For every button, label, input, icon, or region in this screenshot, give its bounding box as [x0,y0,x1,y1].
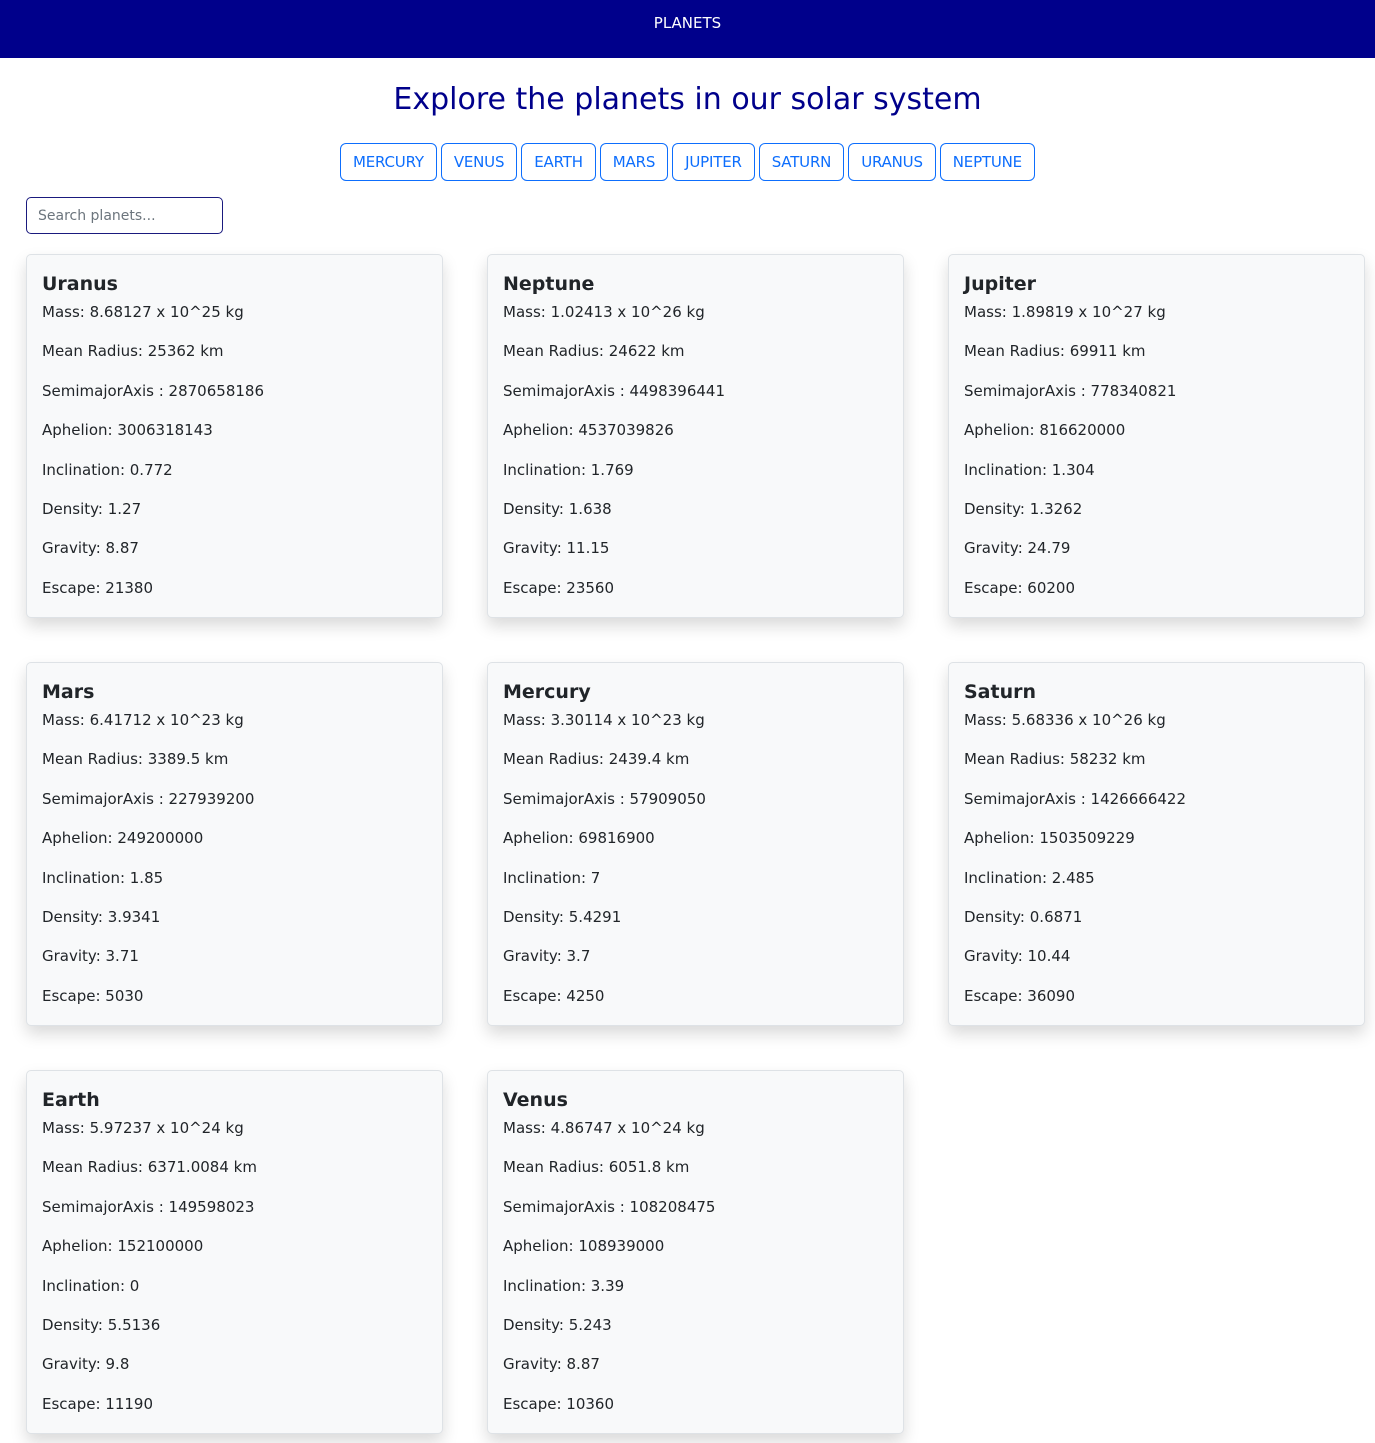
planet-aphelion: Aphelion: 3006318143 [42,421,213,440]
planet-mean-radius: Mean Radius: 6051.8 km [503,1158,690,1177]
planet-density: Density: 5.5136 [42,1315,161,1334]
planet-card-jupiter: Jupiter Mass: 1.89819 x 10^27 kg Mean Ra… [948,254,1365,618]
planet-mass: Mass: 3.30114 x 10^23 kg [503,711,705,729]
planet-aphelion: Aphelion: 249200000 [42,829,204,848]
planet-gravity: Gravity: 3.71 [42,947,139,966]
planet-density: Density: 3.9341 [42,907,161,926]
planet-escape: Escape: 21380 [42,578,154,597]
planet-mean-radius: Mean Radius: 2439.4 km [503,750,690,769]
planet-aphelion: Aphelion: 4537039826 [503,421,674,440]
planet-aphelion: Aphelion: 1503509229 [964,829,1135,848]
planet-mean-radius: Mean Radius: 25362 km [42,342,224,361]
planet-semimajor-axis: SemimajorAxis : 227939200 [42,789,255,808]
planet-mass: Mass: 6.41712 x 10^23 kg [42,711,244,729]
planet-card-title: Mars [42,681,95,703]
planet-mean-radius: Mean Radius: 69911 km [964,342,1146,361]
planet-card-title: Uranus [42,273,118,295]
filter-button-neptune[interactable]: NEPTUNE [939,143,1035,181]
planet-escape: Escape: 23560 [503,578,615,597]
search-input[interactable] [26,197,223,234]
planet-escape: Escape: 11190 [42,1394,154,1413]
planet-gravity: Gravity: 24.79 [964,539,1071,558]
planet-mean-radius: Mean Radius: 6371.0084 km [42,1158,257,1177]
planet-escape: Escape: 4250 [503,986,605,1005]
planet-mass: Mass: 5.68336 x 10^26 kg [964,711,1166,729]
planet-filter-buttons: MERCURY VENUS EARTH MARS JUPITER SATURN … [0,143,1375,181]
planet-card-title: Neptune [503,273,595,295]
planet-semimajor-axis: SemimajorAxis : 57909050 [503,789,706,808]
planet-density: Density: 5.243 [503,1315,612,1334]
planet-escape: Escape: 10360 [503,1394,615,1413]
planet-semimajor-axis: SemimajorAxis : 778340821 [964,381,1177,400]
planet-aphelion: Aphelion: 108939000 [503,1237,665,1256]
planet-card-title: Jupiter [964,273,1037,295]
planet-density: Density: 1.27 [42,499,142,518]
planet-gravity: Gravity: 8.87 [42,539,139,558]
page-title: Explore the planets in our solar system [393,82,982,117]
planet-density: Density: 5.4291 [503,907,622,926]
planet-escape: Escape: 36090 [964,986,1076,1005]
planet-card-neptune: Neptune Mass: 1.02413 x 10^26 kg Mean Ra… [487,254,904,618]
planet-inclination: Inclination: 7 [503,868,601,887]
filter-button-saturn[interactable]: SATURN [758,143,845,181]
planet-card-uranus: Uranus Mass: 8.68127 x 10^25 kg Mean Rad… [26,254,443,618]
filter-button-mars[interactable]: MARS [599,143,669,181]
planet-density: Density: 1.638 [503,499,612,518]
planet-semimajor-axis: SemimajorAxis : 108208475 [503,1197,716,1216]
planet-inclination: Inclination: 2.485 [964,868,1095,887]
planet-mean-radius: Mean Radius: 58232 km [964,750,1146,769]
planet-gravity: Gravity: 11.15 [503,539,610,558]
planet-card-mercury: Mercury Mass: 3.30114 x 10^23 kg Mean Ra… [487,662,904,1026]
planet-mass: Mass: 8.68127 x 10^25 kg [42,303,244,321]
planet-inclination: Inclination: 1.85 [42,868,164,887]
planet-card-saturn: Saturn Mass: 5.68336 x 10^26 kg Mean Rad… [948,662,1365,1026]
planet-mass: Mass: 1.89819 x 10^27 kg [964,303,1166,321]
planet-inclination: Inclination: 0.772 [42,460,173,479]
planet-gravity: Gravity: 3.7 [503,947,591,966]
planet-aphelion: Aphelion: 69816900 [503,829,655,848]
planet-gravity: Gravity: 9.8 [42,1355,130,1374]
planet-card-title: Saturn [964,681,1037,703]
planet-semimajor-axis: SemimajorAxis : 149598023 [42,1197,255,1216]
navbar: PLANETS [0,0,1375,58]
planet-density: Density: 1.3262 [964,499,1083,518]
planet-inclination: Inclination: 0 [42,1276,140,1295]
planet-semimajor-axis: SemimajorAxis : 2870658186 [42,381,264,400]
planet-semimajor-axis: SemimajorAxis : 1426666422 [964,789,1186,808]
planet-gravity: Gravity: 10.44 [964,947,1071,966]
filter-button-uranus[interactable]: URANUS [848,143,936,181]
planet-card-venus: Venus Mass: 4.86747 x 10^24 kg Mean Radi… [487,1070,904,1434]
filter-button-earth[interactable]: EARTH [521,143,596,181]
planet-gravity: Gravity: 8.87 [503,1355,600,1374]
search-container [26,197,223,234]
planet-mean-radius: Mean Radius: 24622 km [503,342,685,361]
planet-aphelion: Aphelion: 816620000 [964,421,1126,440]
filter-button-mercury[interactable]: MERCURY [340,143,437,181]
planet-escape: Escape: 60200 [964,578,1076,597]
planet-inclination: Inclination: 3.39 [503,1276,625,1295]
planet-mass: Mass: 1.02413 x 10^26 kg [503,303,705,321]
navbar-brand[interactable]: PLANETS [654,14,721,32]
planet-mass: Mass: 5.97237 x 10^24 kg [42,1119,244,1137]
planet-card-title: Earth [42,1089,100,1111]
planet-card-earth: Earth Mass: 5.97237 x 10^24 kg Mean Radi… [26,1070,443,1434]
planet-inclination: Inclination: 1.304 [964,460,1095,479]
planet-semimajor-axis: SemimajorAxis : 4498396441 [503,381,725,400]
planet-mean-radius: Mean Radius: 3389.5 km [42,750,229,769]
planet-mass: Mass: 4.86747 x 10^24 kg [503,1119,705,1137]
planet-card-mars: Mars Mass: 6.41712 x 10^23 kg Mean Radiu… [26,662,443,1026]
planet-card-title: Venus [503,1089,568,1111]
filter-button-jupiter[interactable]: JUPITER [672,143,755,181]
planet-inclination: Inclination: 1.769 [503,460,634,479]
filter-button-venus[interactable]: VENUS [440,143,518,181]
planet-aphelion: Aphelion: 152100000 [42,1237,204,1256]
planet-density: Density: 0.6871 [964,907,1083,926]
planet-card-title: Mercury [503,681,591,703]
planet-escape: Escape: 5030 [42,986,144,1005]
